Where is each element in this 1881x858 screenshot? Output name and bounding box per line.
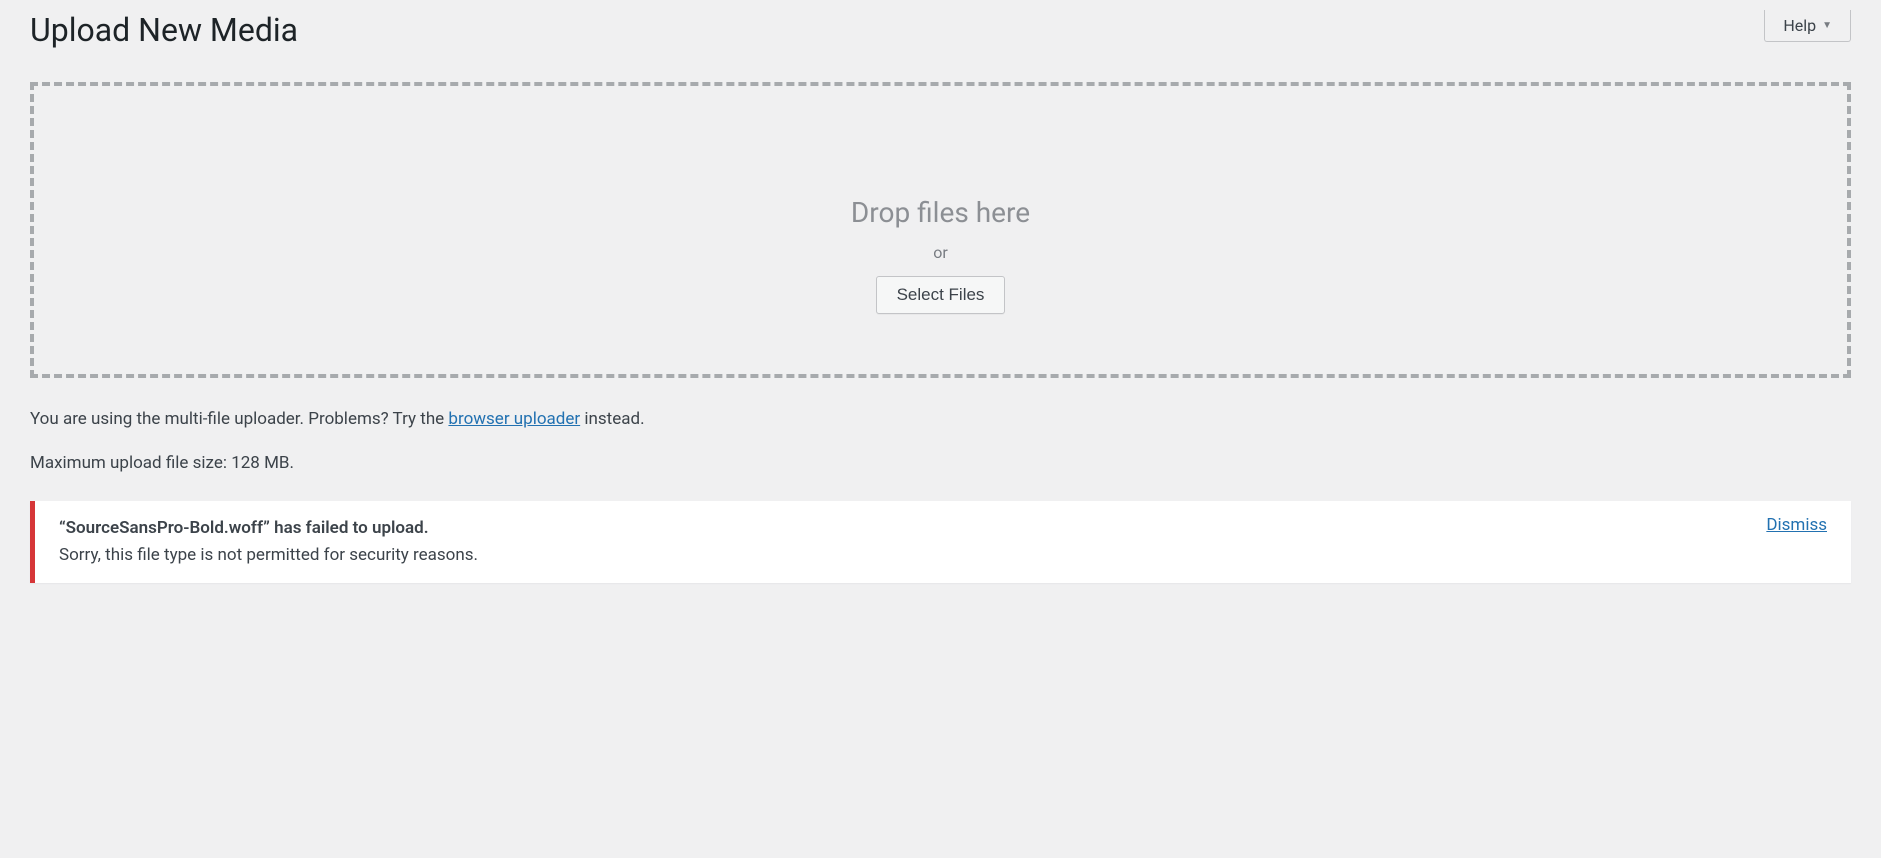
uploader-note-suffix: instead. (580, 409, 644, 429)
dropzone-or-label: or (54, 243, 1827, 262)
dismiss-link[interactable]: Dismiss (1766, 515, 1827, 535)
error-reason: Sorry, this file type is not permitted f… (59, 542, 478, 569)
uploader-note: You are using the multi-file uploader. P… (30, 406, 1851, 433)
help-tab-label: Help (1783, 16, 1816, 35)
upload-error-notice: “SourceSansPro-Bold.woff” has failed to … (30, 501, 1851, 583)
error-headline: “SourceSansPro-Bold.woff” has failed to … (59, 515, 478, 542)
select-files-button[interactable]: Select Files (876, 276, 1006, 314)
dropzone-title: Drop files here (54, 196, 1827, 229)
uploader-note-prefix: You are using the multi-file uploader. P… (30, 409, 448, 429)
max-upload-size: Maximum upload file size: 128 MB. (30, 453, 1851, 473)
help-tab[interactable]: Help ▼ (1764, 10, 1851, 42)
chevron-down-icon: ▼ (1822, 20, 1832, 31)
browser-uploader-link[interactable]: browser uploader (448, 409, 580, 429)
page-title: Upload New Media (30, 10, 1851, 52)
file-dropzone[interactable]: Drop files here or Select Files (30, 82, 1851, 378)
